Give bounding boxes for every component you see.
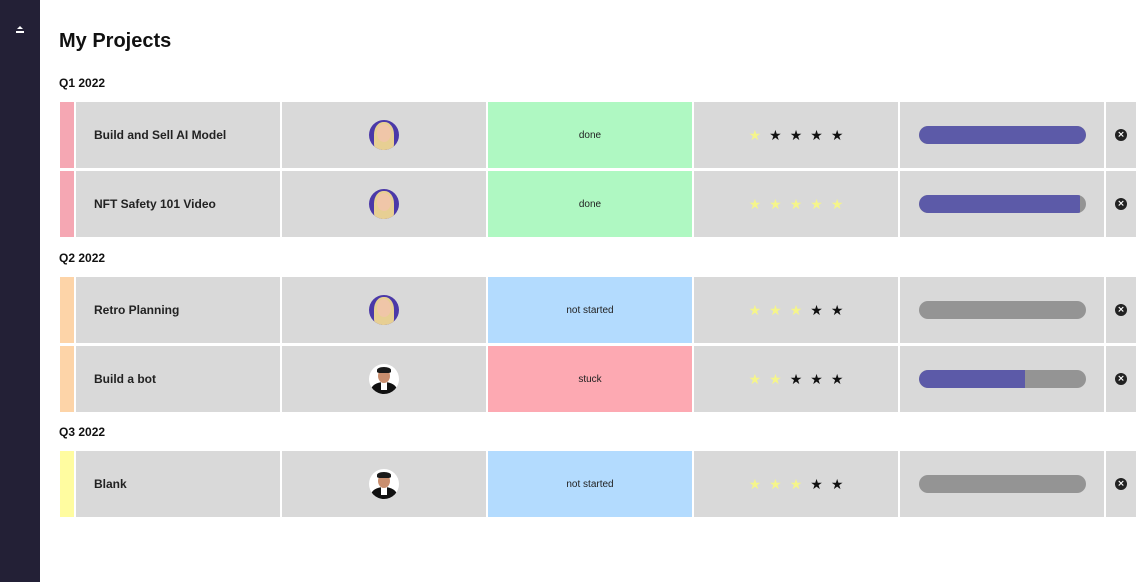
group-color-marker bbox=[60, 451, 74, 517]
star-icon[interactable]: ★ bbox=[749, 477, 762, 491]
progress-fill bbox=[918, 195, 1081, 213]
owner-cell[interactable] bbox=[282, 102, 486, 168]
owner-cell[interactable] bbox=[282, 346, 486, 412]
avatar bbox=[369, 364, 399, 394]
status-badge[interactable]: stuck bbox=[488, 346, 692, 412]
progress-bar bbox=[918, 475, 1086, 493]
star-icon[interactable]: ★ bbox=[769, 477, 782, 491]
owner-cell[interactable] bbox=[282, 451, 486, 517]
progress-fill bbox=[918, 126, 1086, 144]
star-icon[interactable]: ★ bbox=[810, 477, 823, 491]
sidebar bbox=[0, 0, 40, 582]
project-name[interactable]: Build a bot bbox=[76, 346, 280, 412]
star-icon[interactable]: ★ bbox=[749, 197, 762, 211]
star-icon[interactable]: ★ bbox=[790, 372, 803, 386]
star-icon[interactable]: ★ bbox=[769, 372, 782, 386]
progress-cell bbox=[900, 346, 1104, 412]
table-row: Build a bot stuck ★ ★ ★ ★ ★ × bbox=[60, 346, 1136, 412]
star-icon[interactable]: ★ bbox=[810, 303, 823, 317]
delete-cell: × bbox=[1106, 102, 1136, 168]
star-icon[interactable]: ★ bbox=[831, 197, 844, 211]
avatar bbox=[369, 295, 399, 325]
star-icon[interactable]: ★ bbox=[790, 303, 803, 317]
delete-cell: × bbox=[1106, 346, 1136, 412]
project-name[interactable]: Retro Planning bbox=[76, 277, 280, 343]
close-circle-icon[interactable]: × bbox=[1115, 198, 1127, 210]
star-icon[interactable]: ★ bbox=[769, 197, 782, 211]
star-icon[interactable]: ★ bbox=[831, 372, 844, 386]
star-icon[interactable]: ★ bbox=[790, 477, 803, 491]
delete-cell: × bbox=[1106, 451, 1136, 517]
close-circle-icon[interactable]: × bbox=[1115, 478, 1127, 490]
progress-bar bbox=[918, 370, 1086, 388]
group-color-marker bbox=[60, 277, 74, 343]
table-row: NFT Safety 101 Video done ★ ★ ★ ★ ★ × bbox=[60, 171, 1136, 237]
progress-bar bbox=[918, 301, 1086, 319]
progress-bar bbox=[918, 126, 1086, 144]
delete-cell: × bbox=[1106, 277, 1136, 343]
star-icon[interactable]: ★ bbox=[769, 303, 782, 317]
progress-cell bbox=[900, 277, 1104, 343]
star-icon[interactable]: ★ bbox=[749, 128, 762, 142]
project-name[interactable]: Build and Sell AI Model bbox=[76, 102, 280, 168]
group-title: Q1 2022 bbox=[59, 76, 106, 90]
table-row: Build and Sell AI Model done ★ ★ ★ ★ ★ × bbox=[60, 102, 1136, 168]
owner-cell[interactable] bbox=[282, 277, 486, 343]
rating[interactable]: ★ ★ ★ ★ ★ bbox=[694, 171, 898, 237]
star-icon[interactable]: ★ bbox=[831, 303, 844, 317]
close-circle-icon[interactable]: × bbox=[1115, 304, 1127, 316]
status-badge[interactable]: not started bbox=[488, 451, 692, 517]
group-color-marker bbox=[60, 346, 74, 412]
star-icon[interactable]: ★ bbox=[831, 477, 844, 491]
star-icon[interactable]: ★ bbox=[831, 128, 844, 142]
owner-cell[interactable] bbox=[282, 171, 486, 237]
star-icon[interactable]: ★ bbox=[790, 197, 803, 211]
star-icon[interactable]: ★ bbox=[749, 372, 762, 386]
group-title: Q3 2022 bbox=[59, 425, 106, 439]
close-circle-icon[interactable]: × bbox=[1115, 129, 1127, 141]
star-icon[interactable]: ★ bbox=[810, 372, 823, 386]
status-badge[interactable]: done bbox=[488, 102, 692, 168]
star-icon[interactable]: ★ bbox=[790, 128, 803, 142]
avatar bbox=[369, 120, 399, 150]
rating[interactable]: ★ ★ ★ ★ ★ bbox=[694, 451, 898, 517]
status-badge[interactable]: done bbox=[488, 171, 692, 237]
close-circle-icon[interactable]: × bbox=[1115, 373, 1127, 385]
star-icon[interactable]: ★ bbox=[810, 197, 823, 211]
rating[interactable]: ★ ★ ★ ★ ★ bbox=[694, 346, 898, 412]
avatar bbox=[369, 189, 399, 219]
table-row: Blank not started ★ ★ ★ ★ ★ × bbox=[60, 451, 1136, 517]
star-icon[interactable]: ★ bbox=[749, 303, 762, 317]
star-icon[interactable]: ★ bbox=[769, 128, 782, 142]
progress-cell bbox=[900, 171, 1104, 237]
rating[interactable]: ★ ★ ★ ★ ★ bbox=[694, 277, 898, 343]
project-name[interactable]: Blank bbox=[76, 451, 280, 517]
status-badge[interactable]: not started bbox=[488, 277, 692, 343]
group-title: Q2 2022 bbox=[59, 251, 106, 265]
star-icon[interactable]: ★ bbox=[810, 128, 823, 142]
progress-fill bbox=[918, 370, 1026, 388]
avatar bbox=[369, 469, 399, 499]
progress-cell bbox=[900, 451, 1104, 517]
page-title: My Projects bbox=[59, 30, 172, 52]
table-row: Retro Planning not started ★ ★ ★ ★ ★ × bbox=[60, 277, 1136, 343]
delete-cell: × bbox=[1106, 171, 1136, 237]
progress-bar bbox=[918, 195, 1086, 213]
project-name[interactable]: NFT Safety 101 Video bbox=[76, 171, 280, 237]
group-color-marker bbox=[60, 171, 74, 237]
progress-cell bbox=[900, 102, 1104, 168]
rating[interactable]: ★ ★ ★ ★ ★ bbox=[694, 102, 898, 168]
group-color-marker bbox=[60, 102, 74, 168]
menu-icon[interactable] bbox=[10, 20, 30, 38]
